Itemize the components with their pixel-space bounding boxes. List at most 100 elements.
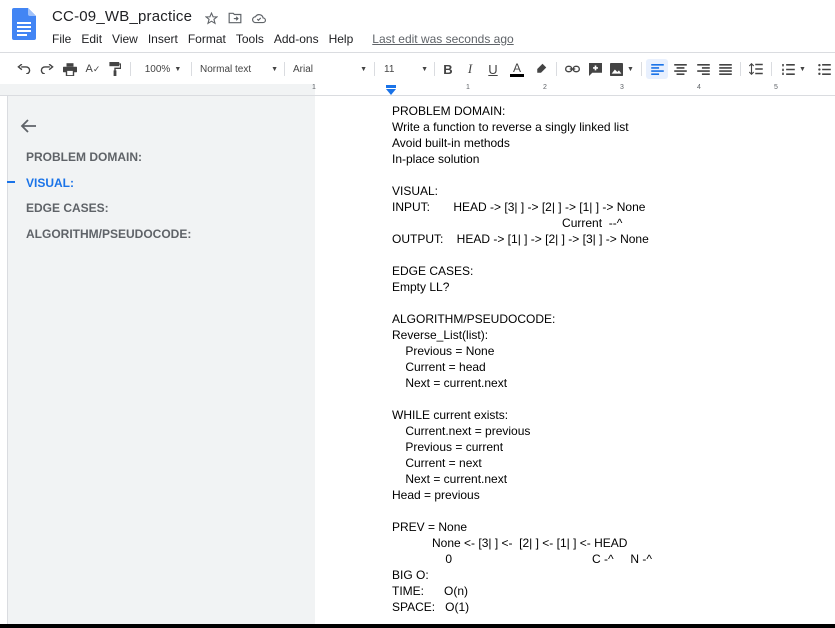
chevron-down-icon: ▼	[627, 65, 634, 73]
toolbar-divider	[771, 62, 772, 76]
paint-format-icon[interactable]	[106, 59, 124, 79]
toolbar-divider	[434, 62, 435, 76]
ruler-number: 3	[620, 84, 624, 91]
document-title[interactable]: CC-09_WB_practice	[52, 8, 192, 25]
insert-image-icon[interactable]: ▼	[608, 59, 636, 79]
italic-icon[interactable]: I	[462, 59, 478, 79]
back-arrow-icon[interactable]	[20, 117, 38, 135]
document-line[interactable]: Current = next	[392, 455, 652, 471]
document-line[interactable]: Empty LL?	[392, 279, 652, 295]
menu-insert[interactable]: Insert	[148, 32, 178, 46]
horizontal-ruler[interactable]: 1 1 2 3 4 5	[0, 84, 835, 96]
document-line[interactable]: 0 C -^ N -^	[392, 551, 652, 567]
print-icon[interactable]	[61, 59, 79, 79]
spellcheck-icon[interactable]: A ✓	[84, 59, 102, 79]
highlight-icon[interactable]	[532, 59, 550, 79]
toolbar-divider	[641, 62, 642, 76]
document-line[interactable]: VISUAL:	[392, 183, 652, 199]
ruler-number: 2	[543, 84, 547, 91]
document-line[interactable]: Current = head	[392, 359, 652, 375]
font-value: Arial	[293, 63, 314, 75]
bold-icon[interactable]: B	[440, 59, 456, 79]
document-line[interactable]: WHILE current exists:	[392, 407, 652, 423]
indent-marker-icon[interactable]	[386, 85, 396, 95]
align-right-icon[interactable]	[693, 59, 713, 79]
document-line[interactable]: SPACE: O(1)	[392, 599, 652, 615]
outline-item-visual[interactable]: VISUAL:	[26, 176, 74, 190]
font-select[interactable]: Arial ▼	[293, 59, 367, 79]
document-line[interactable]	[392, 503, 652, 519]
move-folder-icon[interactable]	[227, 10, 243, 26]
toolbar-divider	[556, 62, 557, 76]
star-icon[interactable]	[203, 10, 219, 26]
document-line[interactable]: INPUT: HEAD -> [3| ] -> [2| ] -> [1| ] -…	[392, 199, 652, 215]
toolbar-divider	[374, 62, 375, 76]
align-left-icon[interactable]	[646, 59, 668, 79]
document-line[interactable]	[392, 391, 652, 407]
cloud-status-icon[interactable]	[251, 10, 267, 26]
paragraph-style-select[interactable]: Normal text ▼	[200, 59, 278, 79]
document-line[interactable]: Write a function to reverse a singly lin…	[392, 119, 652, 135]
align-justify-icon[interactable]	[715, 59, 735, 79]
undo-icon[interactable]	[15, 59, 33, 79]
zoom-select[interactable]: 100% ▼	[140, 59, 186, 79]
document-line[interactable]: Next = current.next	[392, 375, 652, 391]
menu-view[interactable]: View	[112, 32, 138, 46]
document-line[interactable]: OUTPUT: HEAD -> [1| ] -> [2| ] -> [3| ] …	[392, 231, 652, 247]
align-center-icon[interactable]	[670, 59, 690, 79]
text-color-icon[interactable]: A	[508, 59, 526, 79]
toolbar: A ✓ 100% ▼ Normal text ▼ Arial ▼ 11 ▼ B I U A…	[0, 52, 835, 85]
menu-addons[interactable]: Add-ons	[274, 32, 319, 46]
bulleted-list-icon[interactable]	[815, 59, 833, 79]
document-line[interactable]: None <- [3| ] <- [2| ] <- [1| ] <- HEAD	[392, 535, 652, 551]
outline-item-algorithm[interactable]: ALGORITHM/PSEUDOCODE:	[26, 227, 191, 241]
taskbar-strip	[0, 624, 835, 628]
menu-help[interactable]: Help	[329, 32, 354, 46]
menu-tools[interactable]: Tools	[236, 32, 264, 46]
document-line[interactable]: Avoid built-in methods	[392, 135, 652, 151]
ruler-number: 4	[697, 84, 701, 91]
document-line[interactable]: Current.next = previous	[392, 423, 652, 439]
document-body[interactable]: PROBLEM DOMAIN: Write a function to rever…	[392, 103, 652, 615]
document-line[interactable]: BIG O:	[392, 567, 652, 583]
outline-active-indicator	[7, 181, 15, 183]
outline-item-edge-cases[interactable]: EDGE CASES:	[26, 201, 109, 215]
menu-format[interactable]: Format	[188, 32, 226, 46]
menu-edit[interactable]: Edit	[81, 32, 102, 46]
document-line[interactable]	[392, 295, 652, 311]
toolbar-divider	[130, 62, 131, 76]
document-line[interactable]: Next = current.next	[392, 471, 652, 487]
document-line[interactable]: TIME: O(n)	[392, 583, 652, 599]
redo-icon[interactable]	[38, 59, 56, 79]
document-line[interactable]: ALGORITHM/PSEUDOCODE:	[392, 311, 652, 327]
document-line[interactable]	[392, 247, 652, 263]
document-line[interactable]: EDGE CASES:	[392, 263, 652, 279]
paragraph-style-value: Normal text	[200, 63, 252, 75]
title-bar: CC-09_WB_practice File Edit View Insert …	[0, 0, 835, 52]
document-line[interactable]: Head = previous	[392, 487, 652, 503]
menu-file[interactable]: File	[52, 32, 71, 46]
document-line[interactable]: PREV = None	[392, 519, 652, 535]
document-line[interactable]: In-place solution	[392, 151, 652, 167]
toolbar-divider	[191, 62, 192, 76]
link-icon[interactable]	[563, 59, 581, 79]
vertical-ruler[interactable]	[0, 96, 8, 628]
document-line[interactable]: Current --^	[392, 215, 652, 231]
zoom-value: 100%	[144, 63, 171, 75]
outline-item-problem-domain[interactable]: PROBLEM DOMAIN:	[26, 150, 142, 164]
document-line[interactable]: Previous = None	[392, 343, 652, 359]
document-line[interactable]: Reverse_List(list):	[392, 327, 652, 343]
docs-logo-icon[interactable]	[12, 8, 36, 40]
menu-bar: File Edit View Insert Format Tools Add-o…	[52, 32, 524, 46]
font-size-select[interactable]: 11 ▼	[384, 59, 428, 79]
document-line[interactable]: Previous = current	[392, 439, 652, 455]
ruler-number: 1	[312, 84, 316, 91]
line-spacing-icon[interactable]	[746, 59, 766, 79]
numbered-list-icon[interactable]: ▼	[778, 59, 810, 79]
underline-icon[interactable]: U	[485, 59, 501, 79]
last-edit-link[interactable]: Last edit was seconds ago	[372, 32, 513, 46]
font-size-value: 11	[384, 63, 395, 75]
document-line[interactable]	[392, 167, 652, 183]
add-comment-icon[interactable]	[586, 59, 604, 79]
document-line[interactable]: PROBLEM DOMAIN:	[392, 103, 652, 119]
